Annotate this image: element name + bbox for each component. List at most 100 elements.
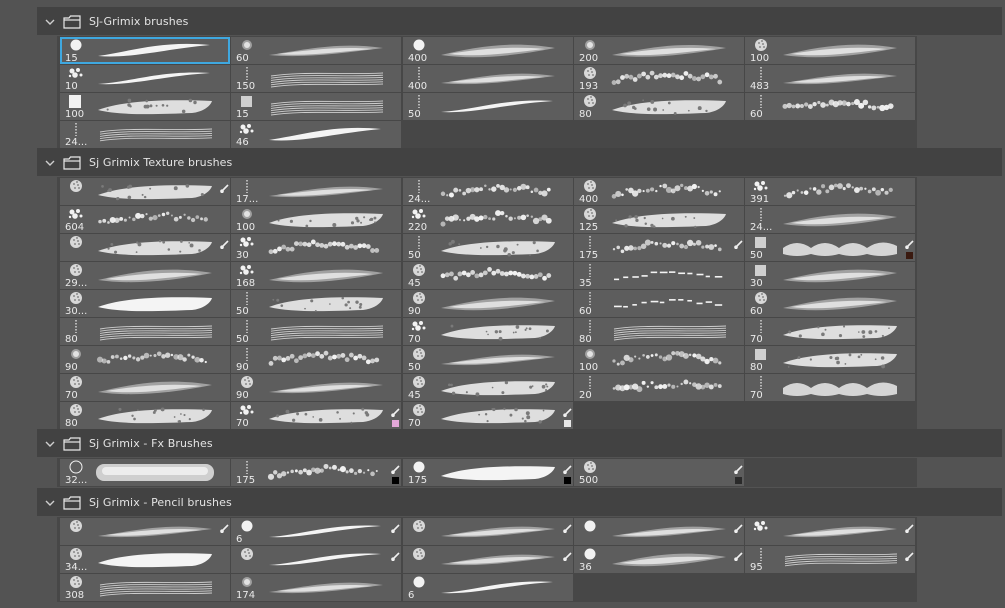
brush-preset[interactable]: 60 [574, 290, 744, 317]
brush-stroke-preview [777, 376, 903, 399]
brush-stroke-preview [435, 548, 561, 571]
brush-preset[interactable]: 50 [403, 93, 573, 120]
brush-preset[interactable]: 60 [231, 37, 401, 64]
brush-group-header[interactable]: SJ-Grimix brushes [37, 7, 1002, 35]
brush-preset[interactable]: 50 [403, 346, 573, 373]
brush-preset[interactable]: 32... [60, 459, 230, 486]
brush-preset[interactable]: 193 [574, 65, 744, 92]
brush-size-label: 95 [750, 562, 763, 573]
brush-preset[interactable]: 45 [403, 262, 573, 289]
brush-preset[interactable]: 400 [574, 178, 744, 205]
brush-preset[interactable]: 80 [574, 93, 744, 120]
brush-preset[interactable]: 391 [745, 178, 915, 205]
brush-preset[interactable]: 200 [574, 37, 744, 64]
brush-preset[interactable] [60, 234, 230, 261]
brush-preset[interactable]: 80 [60, 402, 230, 429]
brush-preset[interactable]: 70 [745, 318, 915, 345]
brush-preset[interactable]: 15 [60, 37, 230, 64]
brush-preset[interactable]: 30 [231, 234, 401, 261]
brush-preset[interactable]: 50 [231, 318, 401, 345]
brush-preset[interactable]: 35 [574, 262, 744, 289]
brush-preset[interactable]: 175 [403, 459, 573, 486]
brush-preset[interactable] [403, 546, 573, 573]
brush-group-header[interactable]: Sj Grimix - Pencil brushes [37, 488, 1002, 516]
brush-preset[interactable]: 60 [745, 93, 915, 120]
brush-preset[interactable]: 10 [60, 65, 230, 92]
brush-preset[interactable] [745, 518, 915, 545]
brush-preset[interactable] [60, 178, 230, 205]
brush-preset[interactable]: 70 [60, 374, 230, 401]
brush-group-header[interactable]: Sj Grimix Texture brushes [37, 148, 1002, 176]
brush-preset[interactable]: 70 [231, 402, 401, 429]
brush-preset[interactable]: 90 [231, 374, 401, 401]
brush-size-label: 100 [236, 222, 256, 233]
brush-stroke-preview [435, 208, 561, 231]
brush-preset[interactable]: 70 [745, 374, 915, 401]
brush-preset[interactable]: 24... [60, 121, 230, 148]
brush-stroke-preview [92, 376, 218, 399]
brush-preset[interactable]: 24... [403, 178, 573, 205]
brush-preset[interactable]: 70 [403, 402, 573, 429]
brush-preset[interactable]: 6 [231, 518, 401, 545]
brush-preset[interactable]: 100 [60, 93, 230, 120]
brush-preset[interactable]: 50 [745, 234, 915, 261]
brush-preset[interactable]: 100 [574, 346, 744, 373]
brush-preset[interactable]: 15 [231, 93, 401, 120]
brush-preset[interactable]: 20 [574, 374, 744, 401]
brush-preset[interactable]: 95 [745, 546, 915, 573]
brush-preset[interactable]: 30 [745, 262, 915, 289]
brush-preset[interactable]: 150 [231, 65, 401, 92]
brush-preset[interactable]: 400 [403, 37, 573, 64]
brush-preset[interactable]: 50 [231, 290, 401, 317]
brush-preset[interactable]: 308 [60, 574, 230, 601]
brush-preset[interactable]: 60 [745, 290, 915, 317]
brush-preset[interactable]: 30... [60, 290, 230, 317]
brush-stroke-preview [92, 264, 218, 287]
brush-preset[interactable] [403, 518, 573, 545]
brush-tool-icon [219, 235, 229, 249]
brush-preset[interactable]: 6 [403, 574, 573, 601]
brush-tip-icon [577, 66, 603, 81]
brush-tip-icon [577, 547, 603, 562]
brush-preset[interactable]: 175 [574, 234, 744, 261]
brush-preset[interactable]: 168 [231, 262, 401, 289]
brush-preset[interactable] [231, 546, 401, 573]
brush-preset[interactable] [574, 518, 744, 545]
brush-preset[interactable]: 29... [60, 262, 230, 289]
brush-group-header[interactable]: Sj Grimix - Fx Brushes [37, 429, 1002, 457]
brush-preset[interactable]: 90 [60, 346, 230, 373]
brush-size-label: 30... [65, 306, 88, 317]
brush-preset[interactable]: 80 [574, 318, 744, 345]
brush-stroke-preview [606, 320, 732, 343]
brush-preset[interactable]: 50 [403, 234, 573, 261]
brush-preset[interactable]: 45 [403, 374, 573, 401]
brush-preset[interactable]: 100 [231, 206, 401, 233]
brush-preset[interactable]: 220 [403, 206, 573, 233]
brush-preset[interactable]: 90 [403, 290, 573, 317]
chevron-down-icon[interactable] [43, 14, 57, 28]
brush-tip-icon [63, 403, 89, 418]
brush-preset[interactable]: 17... [231, 178, 401, 205]
brush-preset[interactable]: 34... [60, 546, 230, 573]
brush-preset[interactable]: 90 [231, 346, 401, 373]
brush-preset[interactable]: 24... [745, 206, 915, 233]
brush-preset[interactable]: 80 [745, 346, 915, 373]
brush-preset[interactable]: 36 [574, 546, 744, 573]
brush-preset[interactable]: 483 [745, 65, 915, 92]
brush-preset[interactable]: 46 [231, 121, 401, 148]
brush-preset[interactable]: 80 [60, 318, 230, 345]
brush-preset[interactable] [60, 518, 230, 545]
brush-tip-icon [577, 519, 603, 534]
brush-preset[interactable]: 125 [574, 206, 744, 233]
chevron-down-icon[interactable] [43, 495, 57, 509]
chevron-down-icon[interactable] [43, 436, 57, 450]
brush-preset[interactable]: 70 [403, 318, 573, 345]
brush-preset[interactable]: 400 [403, 65, 573, 92]
brush-preset[interactable]: 500 [574, 459, 744, 486]
chevron-down-icon[interactable] [43, 155, 57, 169]
brush-preset[interactable]: 174 [231, 574, 401, 601]
brush-tip-icon [63, 235, 89, 250]
brush-preset[interactable]: 100 [745, 37, 915, 64]
brush-preset[interactable]: 604 [60, 206, 230, 233]
brush-preset[interactable]: 175 [231, 459, 401, 486]
